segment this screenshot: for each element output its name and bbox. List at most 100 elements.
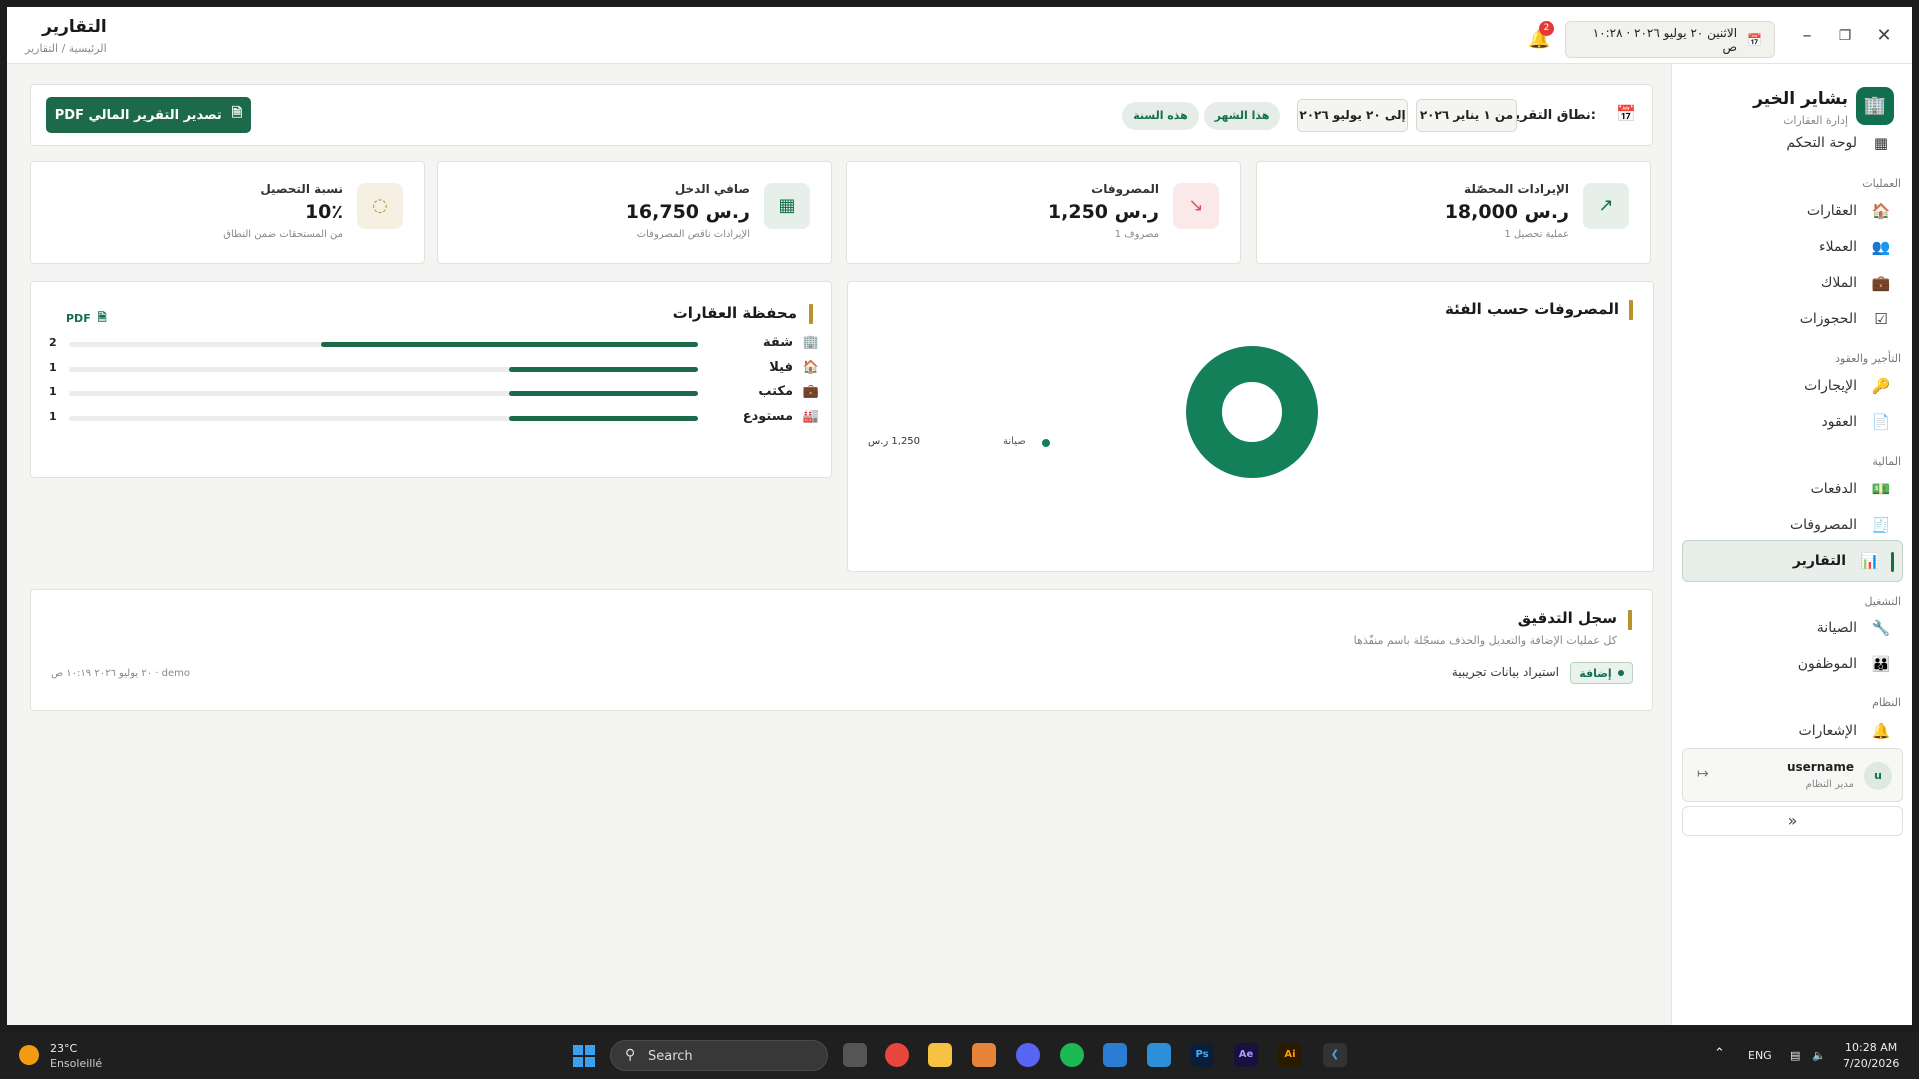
taskbar-search[interactable]: ⚲ Search <box>610 1040 828 1071</box>
badge-label: إضافة <box>1579 666 1612 680</box>
sidebar-item-dashboard[interactable]: لوحة التحكم ▦ <box>1682 122 1903 164</box>
stat-value: 16,750 ر.س <box>625 201 750 223</box>
document-icon: 🗎 <box>231 106 243 121</box>
photoshop-icon[interactable]: Ps <box>1190 1043 1214 1067</box>
user-card[interactable]: u username مدير النظام ↦ <box>1682 748 1903 802</box>
portfolio-bar-fill <box>509 415 698 421</box>
sun-icon[interactable] <box>19 1045 39 1065</box>
stat-value: 10٪ <box>304 201 343 223</box>
audit-log-card: سجل التدقيق كل عمليات الإضافة والتعديل و… <box>30 589 1653 711</box>
villa-icon: 🏠 <box>802 359 819 375</box>
portfolio-pdf-button[interactable]: PDF 🗎 <box>66 309 107 328</box>
logout-icon[interactable]: ↦ <box>1697 766 1709 782</box>
portfolio-count: 2 <box>49 336 57 349</box>
flutter-icon[interactable]: ❮ <box>1323 1043 1347 1067</box>
stat-revenue: ↗ الإيرادات المحصّلة 18,000 ر.س 1 عملية … <box>1256 161 1651 264</box>
expenses-by-category-card: المصروفات حسب الفئة صيانة 1,250 ر.س <box>847 281 1654 572</box>
progress-ring-icon: ◌ <box>357 183 403 229</box>
sidebar-item-reports[interactable]: التقارير 📊 <box>1682 540 1903 582</box>
chrome-icon[interactable] <box>885 1043 909 1067</box>
sidebar-item-employees[interactable]: الموظفون 👪 <box>1682 643 1903 685</box>
sidebar-item-label: الموظفون <box>1797 656 1857 672</box>
search-icon: ⚲ <box>625 1047 636 1063</box>
portfolio-type-label: مستودع <box>742 408 793 424</box>
wrench-icon: 🔧 <box>1871 619 1891 637</box>
task-view-icon[interactable] <box>843 1043 867 1067</box>
volume-icon[interactable]: 🔈 <box>1812 1049 1826 1062</box>
search-label: Search <box>648 1049 693 1064</box>
file-explorer-icon[interactable] <box>928 1043 952 1067</box>
section-label-leasing-text: التأجير والعقود <box>1835 352 1901 365</box>
sidebar-item-label: العقود <box>1821 414 1857 430</box>
minimize-icon[interactable]: – <box>1795 25 1819 49</box>
donut-slice[interactable] <box>1186 346 1318 478</box>
sidebar-item-label: الملاك <box>1820 275 1857 291</box>
clock-date: 7/20/2026 <box>1843 1057 1900 1070</box>
sidebar-item-label: الإيجارات <box>1804 378 1857 394</box>
report-range-bar: 📅 نطاق التقرير: من ١ يناير ٢٠٢٦ إلى ٢٠ ي… <box>30 84 1653 146</box>
section-title: سجل التدقيق <box>1517 609 1617 627</box>
portfolio-bar-fill <box>509 391 698 396</box>
range-to-picker[interactable]: إلى ٢٠ يوليو ٢٠٢٦ <box>1297 99 1408 132</box>
weather-desc: Ensoleillé <box>50 1057 103 1070</box>
sidebar-item-contracts[interactable]: العقود 📄 <box>1682 401 1903 443</box>
network-icon[interactable]: ▤ <box>1790 1049 1800 1062</box>
language-indicator[interactable]: ENG <box>1748 1049 1772 1062</box>
sidebar-item-bookings[interactable]: الحجوزات ☑ <box>1682 298 1903 340</box>
chevron-up-icon[interactable]: ⌃ <box>1714 1046 1725 1061</box>
app-window: التقارير الرئيسية / التقارير 🔔 2 📅 الاثن… <box>7 7 1912 1025</box>
user-role: مدير النظام <box>1805 779 1854 790</box>
stat-sub: 1 مصروف <box>1114 229 1159 240</box>
sidebar-item-label: الإشعارات <box>1798 723 1857 739</box>
section-label-operations: العمليات <box>1862 177 1901 190</box>
cash-icon: 💵 <box>1871 480 1891 498</box>
start-icon[interactable] <box>573 1045 595 1067</box>
section-label-system: النظام <box>1872 696 1901 709</box>
dashboard-icon: ▦ <box>1873 134 1889 152</box>
user-name: username <box>1786 760 1854 774</box>
stat-value: 1,250 ر.س <box>1047 201 1159 223</box>
portfolio-row: 2 شقة 🏢 <box>49 334 819 354</box>
legend-swatch <box>1042 439 1050 447</box>
sidebar-item-notifications[interactable]: الإشعارات 🔔 <box>1682 710 1903 752</box>
sidebar-item-label: الحجوزات <box>1799 311 1857 327</box>
range-from-picker[interactable]: من ١ يناير ٢٠٢٦ <box>1416 99 1517 132</box>
audit-entry-text: استيراد بيانات تجريبية <box>1451 665 1559 679</box>
this-month-button[interactable]: هذا الشهر <box>1204 102 1280 130</box>
discord-icon[interactable] <box>1016 1043 1040 1067</box>
range-label: نطاق التقرير: <box>1507 108 1596 123</box>
portfolio-row: 1 مستودع 🏭 <box>49 408 819 428</box>
audit-subtitle: كل عمليات الإضافة والتعديل والحذف مسجّلة… <box>1353 634 1617 647</box>
this-year-button[interactable]: هذه السنة <box>1122 102 1199 130</box>
collapse-sidebar-button[interactable]: » <box>1682 806 1903 836</box>
bar-chart-icon: 📊 <box>1860 552 1880 570</box>
datetime-chip: 📅 الاثنين ٢٠ يوليو ٢٠٢٦ · ١٠:٢٨ ص <box>1565 21 1775 58</box>
maximize-icon[interactable]: ❐ <box>1833 25 1857 49</box>
close-icon[interactable]: ✕ <box>1872 25 1896 49</box>
sidebar-item-label: العملاء <box>1819 239 1857 255</box>
sidebar-item-label: المصروفات <box>1789 517 1857 533</box>
stat-label: نسبة التحصيل <box>260 182 343 196</box>
stat-net-income: ▦ صافي الدخل 16,750 ر.س الإيرادات ناقص ا… <box>437 161 832 264</box>
receipt-icon: 🧾 <box>1871 516 1891 534</box>
portfolio-count: 1 <box>49 385 57 398</box>
export-pdf-button[interactable]: 🗎 تصدير التقرير المالي PDF <box>46 97 251 133</box>
portfolio-count: 1 <box>49 409 57 423</box>
vscode-icon[interactable] <box>1147 1043 1171 1067</box>
stat-sub: من المستحقات ضمن النطاق <box>223 229 343 240</box>
app-icon[interactable] <box>972 1043 996 1067</box>
stat-collection-rate: ◌ نسبة التحصيل 10٪ من المستحقات ضمن النط… <box>30 161 425 264</box>
datetime-text: الاثنين ٢٠ يوليو ٢٠٢٦ · ١٠:٢٨ ص <box>1592 25 1738 54</box>
breadcrumb[interactable]: الرئيسية / التقارير <box>25 42 107 55</box>
after-effects-icon[interactable]: Ae <box>1234 1043 1258 1067</box>
stat-sub: 1 عملية تحصيل <box>1504 229 1569 240</box>
portfolio-count: 1 <box>49 360 57 374</box>
illustrator-icon[interactable]: Ai <box>1278 1043 1302 1067</box>
spotify-icon[interactable] <box>1060 1043 1084 1067</box>
stat-sub: الإيرادات ناقص المصروفات <box>636 229 750 240</box>
bell-icon: 🔔 <box>1871 722 1891 740</box>
calendar-icon: 📅 <box>1747 32 1762 47</box>
portfolio-type-label: مكتب <box>758 384 793 399</box>
mail-icon[interactable] <box>1103 1043 1127 1067</box>
portfolio-row: 1 مكتب 💼 <box>49 383 819 403</box>
